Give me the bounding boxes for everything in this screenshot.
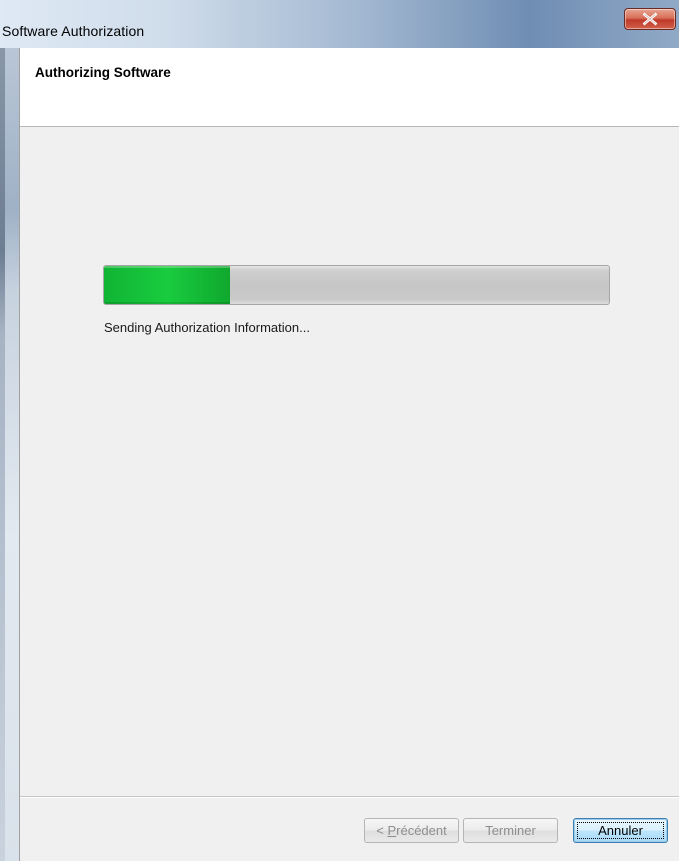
- window-title: Software Authorization: [2, 23, 145, 39]
- status-text: Sending Authorization Information...: [104, 320, 310, 335]
- authorization-progress-bar: [103, 265, 610, 305]
- wizard-header: Authorizing Software: [20, 48, 679, 127]
- finish-button-label: Terminer: [485, 823, 536, 838]
- cancel-button-label: Annuler: [598, 823, 643, 838]
- progress-bar-fill: [104, 266, 231, 304]
- title-bar[interactable]: Software Authorization: [0, 0, 679, 49]
- wizard-header-title: Authorizing Software: [35, 65, 171, 80]
- wizard-client-area: Authorizing Software Sending Authorizati…: [19, 48, 679, 861]
- close-button[interactable]: [624, 8, 676, 30]
- previous-button-label: < Précédent: [376, 823, 447, 838]
- cancel-button[interactable]: Annuler: [573, 818, 668, 843]
- window-frame-left: [0, 48, 19, 861]
- close-icon: [642, 12, 658, 26]
- software-authorization-window: Software Authorization Authorizing Softw…: [0, 0, 679, 861]
- footer-separator: [20, 796, 679, 798]
- previous-button[interactable]: < Précédent: [364, 818, 459, 843]
- finish-button[interactable]: Terminer: [463, 818, 558, 843]
